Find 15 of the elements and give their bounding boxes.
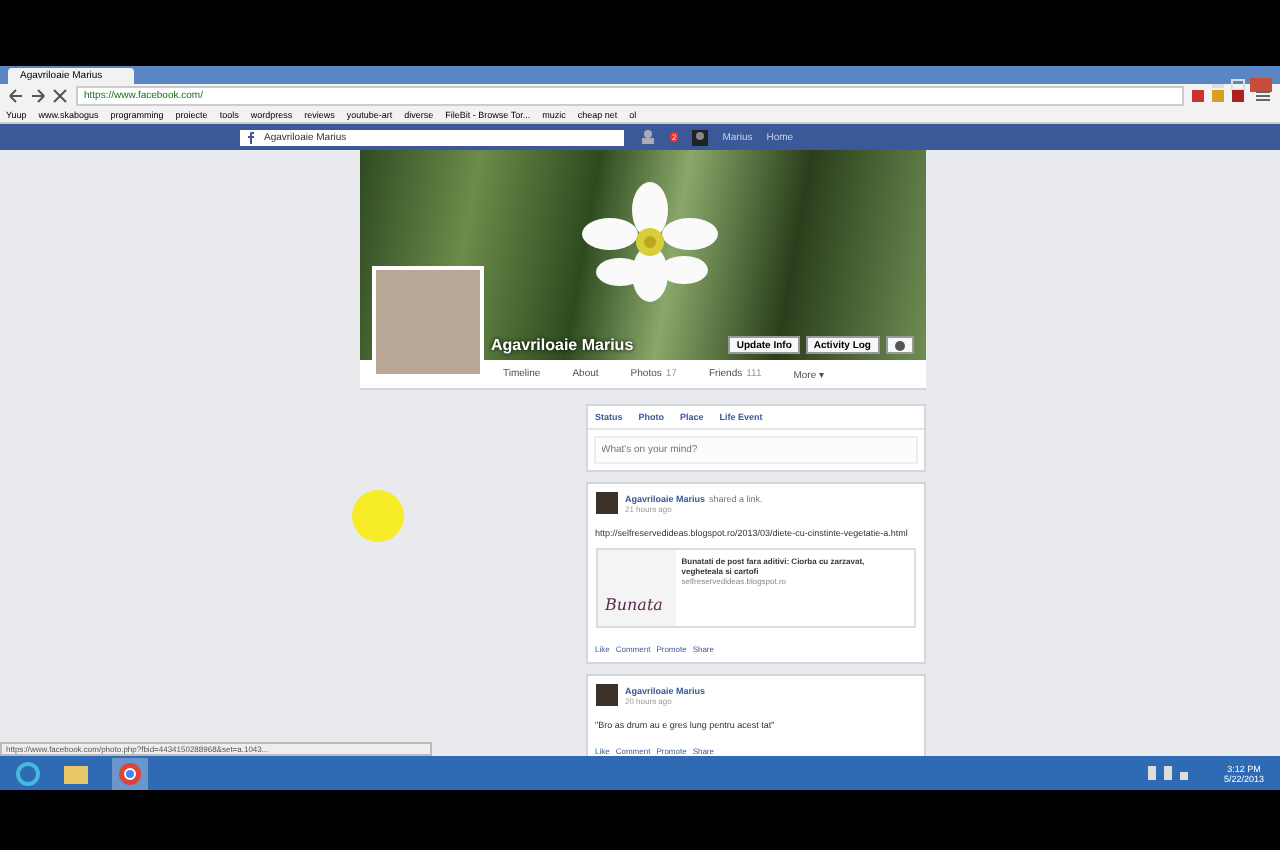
- browser-extension-icon[interactable]: [1192, 87, 1272, 103]
- friends-icon[interactable]: [640, 130, 656, 144]
- window-controls-icon[interactable]: [1212, 78, 1272, 92]
- image-text: Bunata: [605, 596, 663, 614]
- chrome-icon[interactable]: [112, 757, 148, 789]
- profile-name: Agavriloaie Marius: [491, 336, 634, 354]
- profile-thumbnail-icon[interactable]: [692, 129, 709, 145]
- navigation-icon[interactable]: [8, 87, 68, 103]
- f-logo-icon[interactable]: [244, 130, 258, 144]
- avatar-placeholder: [595, 684, 617, 706]
- folder-icon[interactable]: [64, 763, 88, 783]
- settings-dropdown[interactable]: [885, 336, 913, 354]
- flower-drawing: [579, 182, 719, 302]
- cursor-highlight-icon: [352, 490, 404, 542]
- avatar-placeholder: [595, 492, 617, 514]
